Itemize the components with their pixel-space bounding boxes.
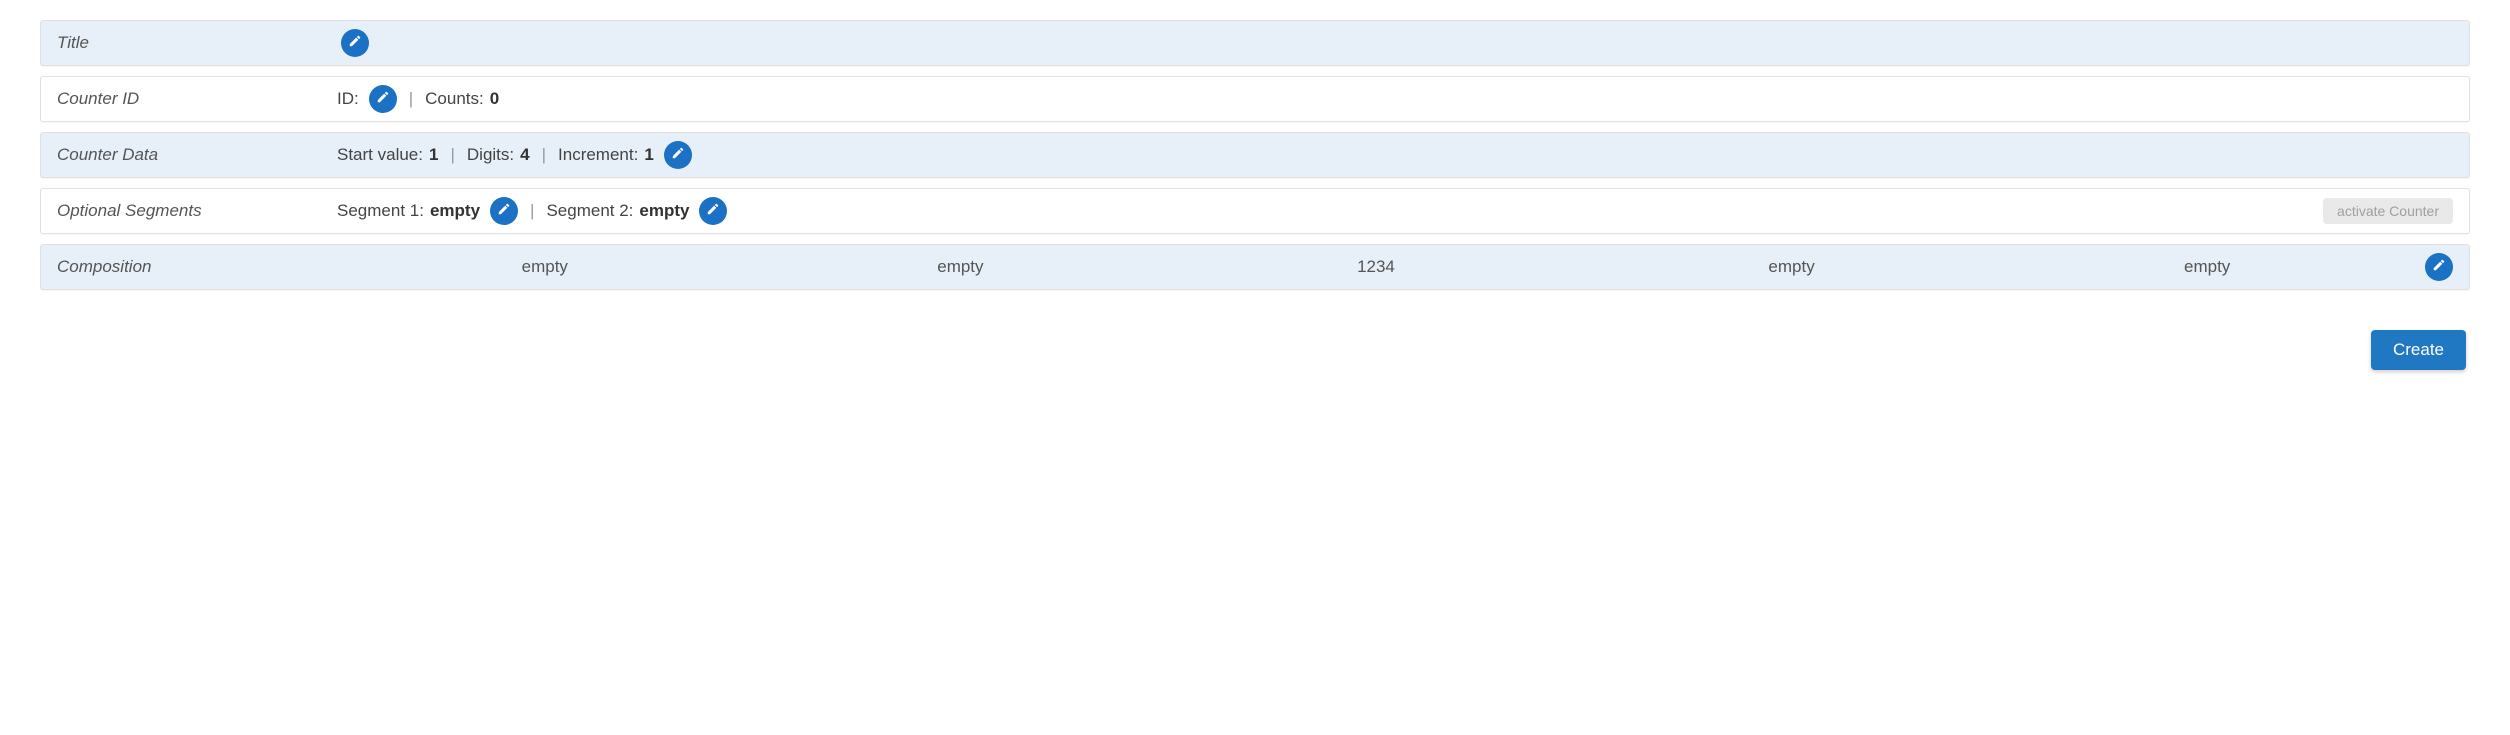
separator: |: [542, 145, 546, 165]
pencil-icon: [348, 33, 362, 53]
pencil-icon: [2432, 258, 2446, 277]
digits-value: 4: [520, 145, 529, 165]
composition-cell: empty: [1584, 257, 2000, 277]
optional-segments-row: Optional Segments Segment 1: empty | Seg…: [40, 188, 2470, 234]
increment-value: 1: [644, 145, 653, 165]
activate-counter-button[interactable]: activate Counter: [2323, 198, 2453, 224]
pencil-icon: [497, 201, 511, 221]
increment-label: Increment:: [558, 145, 638, 165]
counts-value: 0: [490, 89, 499, 109]
edit-title-button[interactable]: [341, 29, 369, 57]
composition-cell: empty: [337, 257, 753, 277]
edit-segment2-button[interactable]: [699, 197, 727, 225]
edit-counter-data-button[interactable]: [664, 141, 692, 169]
segment2-label: Segment 2:: [546, 201, 633, 221]
start-value-label: Start value:: [337, 145, 423, 165]
id-label: ID:: [337, 89, 359, 109]
edit-segment1-button[interactable]: [490, 197, 518, 225]
create-button[interactable]: Create: [2371, 330, 2466, 370]
counter-data-label: Counter Data: [57, 145, 337, 165]
segment2-value: empty: [639, 201, 689, 221]
segment1-label: Segment 1:: [337, 201, 424, 221]
pencil-icon: [376, 89, 390, 109]
counter-id-row: Counter ID ID: | Counts: 0: [40, 76, 2470, 122]
edit-composition-button[interactable]: [2425, 253, 2453, 281]
counts-label: Counts:: [425, 89, 484, 109]
separator: |: [530, 201, 534, 221]
pencil-icon: [706, 201, 720, 221]
composition-label: Composition: [57, 257, 337, 277]
composition-cell: 1234: [1168, 257, 1584, 277]
title-label: Title: [57, 33, 337, 53]
counter-data-row: Counter Data Start value: 1 | Digits: 4 …: [40, 132, 2470, 178]
optional-segments-label: Optional Segments: [57, 201, 337, 221]
separator: |: [450, 145, 454, 165]
composition-cell: empty: [1999, 257, 2415, 277]
digits-label: Digits:: [467, 145, 514, 165]
segment1-value: empty: [430, 201, 480, 221]
separator: |: [409, 89, 413, 109]
counter-id-label: Counter ID: [57, 89, 337, 109]
start-value: 1: [429, 145, 438, 165]
composition-row: Composition empty empty 1234 empty empty: [40, 244, 2470, 290]
composition-cell: empty: [753, 257, 1169, 277]
pencil-icon: [671, 145, 685, 165]
title-row: Title: [40, 20, 2470, 66]
edit-counter-id-button[interactable]: [369, 85, 397, 113]
footer: Create: [40, 300, 2470, 370]
